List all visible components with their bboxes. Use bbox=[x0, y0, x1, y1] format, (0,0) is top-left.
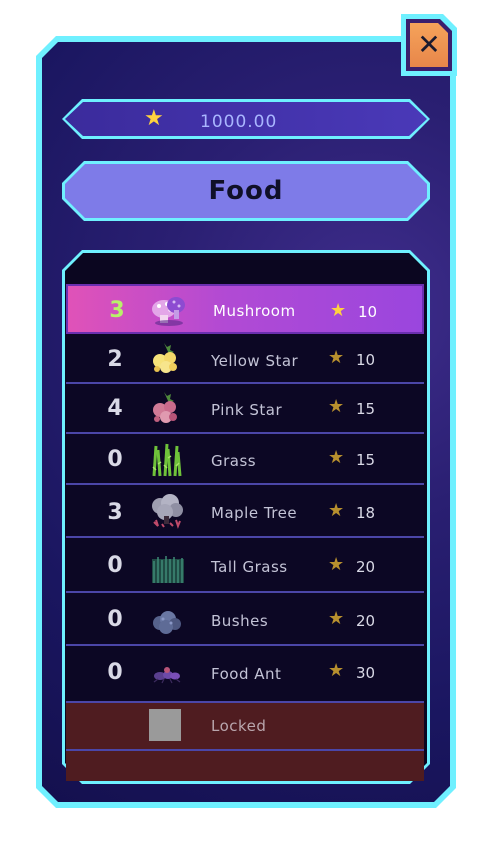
item-row-grass[interactable]: 0 Grass ★ 15 bbox=[66, 434, 424, 485]
grass-icon bbox=[152, 443, 182, 477]
item-row-pink-star[interactable]: 4 Pink Star ★ 15 bbox=[66, 384, 424, 434]
close-icon: ✕ bbox=[410, 23, 448, 67]
star-icon: ★ bbox=[330, 300, 347, 321]
star-icon: ★ bbox=[328, 554, 345, 575]
item-name: Food Ant bbox=[211, 665, 282, 683]
maple-tree-icon bbox=[152, 494, 183, 529]
item-count: 3 bbox=[107, 500, 123, 525]
item-count: 0 bbox=[107, 553, 123, 578]
item-row-mushroom[interactable]: 3 Mushroom ★ 10 bbox=[66, 284, 424, 334]
item-row-bushes[interactable]: 0 Bushes ★ 20 bbox=[66, 593, 424, 646]
item-count: 2 bbox=[107, 347, 123, 372]
locked-label: Locked bbox=[211, 717, 267, 735]
item-row-food-ant[interactable]: 0 Food Ant ★ 30 bbox=[66, 646, 424, 703]
yellow-star-plant-icon bbox=[153, 343, 177, 373]
tall-grass-icon bbox=[152, 556, 184, 583]
item-name: Grass bbox=[211, 452, 257, 470]
item-name: Bushes bbox=[211, 612, 269, 630]
pink-star-plant-icon bbox=[153, 392, 177, 423]
item-count: 0 bbox=[107, 660, 123, 685]
item-row-maple-tree[interactable]: 3 Maple Tree ★ 18 bbox=[66, 485, 424, 538]
item-price: 18 bbox=[356, 504, 376, 522]
bushes-icon bbox=[153, 611, 181, 634]
item-price: 20 bbox=[356, 558, 376, 576]
star-icon: ★ bbox=[328, 347, 345, 368]
food-ant-icon bbox=[153, 667, 181, 684]
item-row-locked: Locked bbox=[66, 703, 424, 751]
item-count: 0 bbox=[107, 447, 123, 472]
item-price: 10 bbox=[358, 303, 378, 321]
item-name: Pink Star bbox=[211, 401, 283, 419]
item-name: Maple Tree bbox=[211, 504, 298, 522]
item-count: 0 bbox=[107, 607, 123, 632]
item-price: 10 bbox=[356, 351, 376, 369]
star-icon: ★ bbox=[328, 500, 345, 521]
star-icon: ★ bbox=[328, 660, 345, 681]
mushroom-icon bbox=[152, 297, 185, 326]
currency-value: 1000.00 bbox=[200, 112, 278, 132]
category-title: Food bbox=[208, 176, 284, 206]
star-icon: ★ bbox=[328, 447, 345, 468]
item-name: Tall Grass bbox=[211, 558, 288, 576]
currency-bar: ★ 1000.00 bbox=[62, 99, 430, 139]
item-count: 4 bbox=[107, 396, 123, 421]
category-header[interactable]: Food bbox=[62, 161, 430, 221]
item-count: 3 bbox=[109, 298, 125, 323]
item-name: Mushroom bbox=[213, 302, 296, 320]
list-footer bbox=[66, 751, 424, 781]
locked-placeholder-icon bbox=[149, 709, 181, 741]
star-icon: ★ bbox=[328, 396, 345, 417]
item-row-yellow-star[interactable]: 2 Yellow Star ★ 10 bbox=[66, 334, 424, 384]
close-button[interactable]: ✕ bbox=[401, 14, 457, 76]
item-price: 30 bbox=[356, 664, 376, 682]
item-price: 15 bbox=[356, 400, 376, 418]
item-row-tall-grass[interactable]: 0 Tall Grass ★ 20 bbox=[66, 538, 424, 593]
item-price: 20 bbox=[356, 612, 376, 630]
star-icon: ★ bbox=[144, 106, 164, 131]
item-price: 15 bbox=[356, 451, 376, 469]
star-icon: ★ bbox=[328, 608, 345, 629]
item-name: Yellow Star bbox=[211, 352, 299, 370]
